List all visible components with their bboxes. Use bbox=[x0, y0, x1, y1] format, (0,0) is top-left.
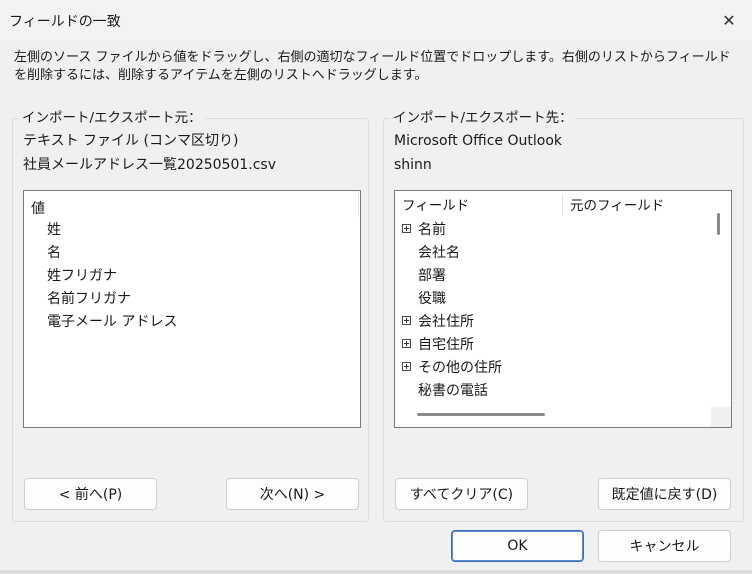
next-button[interactable]: 次へ(N) > bbox=[226, 478, 359, 510]
ok-button[interactable]: OK bbox=[451, 530, 584, 562]
destination-legend: インポート/エクスポート先： bbox=[390, 109, 576, 127]
destination-profile-label: shinn bbox=[394, 157, 432, 173]
source-value-item[interactable]: 姓フリガナ bbox=[47, 267, 117, 285]
field-row[interactable]: 名前 bbox=[395, 221, 715, 243]
field-row[interactable]: 秘書の電話 bbox=[395, 382, 715, 404]
source-value-item[interactable]: 姓 bbox=[47, 221, 61, 239]
source-value-item[interactable]: 名 bbox=[47, 244, 61, 262]
source-value-item[interactable]: 電子メール アドレス bbox=[47, 313, 177, 331]
field-name: その他の住所 bbox=[418, 360, 502, 376]
horizontal-scrollbar[interactable] bbox=[417, 413, 545, 416]
close-button[interactable]: ✕ bbox=[706, 0, 752, 40]
field-row[interactable]: その他の住所 bbox=[395, 359, 715, 381]
cancel-button[interactable]: キャンセル bbox=[598, 530, 731, 562]
field-name: 秘書の電話 bbox=[418, 383, 488, 399]
vertical-scrollbar[interactable] bbox=[717, 213, 720, 235]
field-row[interactable]: 役職 bbox=[395, 290, 715, 312]
expand-icon[interactable] bbox=[402, 339, 411, 348]
field-name: 部署 bbox=[418, 268, 446, 284]
prev-button[interactable]: < 前へ(P) bbox=[24, 478, 157, 510]
column-header-source-field[interactable]: 元のフィールド bbox=[570, 198, 664, 214]
restore-default-button[interactable]: 既定値に戻す(D) bbox=[598, 478, 731, 510]
instructions-text: 左側のソース ファイルから値をドラッグし、右側の適切なフィールド位置でドロップし… bbox=[14, 50, 731, 83]
scroll-corner bbox=[711, 407, 731, 427]
field-name: 自宅住所 bbox=[418, 337, 474, 353]
field-name: 名前 bbox=[418, 222, 446, 238]
field-name: 役職 bbox=[418, 291, 446, 307]
column-header-field[interactable]: フィールド bbox=[402, 198, 469, 214]
list-divider bbox=[358, 191, 359, 217]
dialog-title: フィールドの一致 bbox=[9, 14, 121, 30]
expand-icon[interactable] bbox=[402, 362, 411, 371]
field-name: 会社住所 bbox=[418, 314, 474, 330]
field-row[interactable]: 自宅住所 bbox=[395, 336, 715, 358]
window-bottom-edge bbox=[0, 570, 752, 574]
values-header: 値 bbox=[31, 201, 45, 217]
source-values-list[interactable]: 値 姓名姓フリガナ名前フリガナ電子メール アドレス bbox=[23, 190, 361, 428]
field-row[interactable]: 部署 bbox=[395, 267, 715, 289]
expand-icon[interactable] bbox=[402, 224, 411, 233]
title-bar: フィールドの一致 ✕ bbox=[0, 0, 752, 40]
clear-all-button[interactable]: すべてクリア(C) bbox=[395, 478, 528, 510]
field-name: 会社名 bbox=[418, 245, 460, 261]
source-file-label: 社員メールアドレス一覧20250501.csv bbox=[23, 157, 276, 173]
column-separator bbox=[562, 194, 563, 216]
expand-icon[interactable] bbox=[402, 316, 411, 325]
field-row[interactable]: 会社住所 bbox=[395, 313, 715, 335]
destination-app-label: Microsoft Office Outlook bbox=[394, 133, 562, 149]
source-legend: インポート/エクスポート元： bbox=[19, 109, 205, 127]
source-type-label: テキスト ファイル (コンマ区切り) bbox=[23, 133, 239, 149]
source-value-item[interactable]: 名前フリガナ bbox=[47, 290, 131, 308]
close-icon: ✕ bbox=[722, 10, 736, 30]
destination-fields-list[interactable]: フィールド 元のフィールド 名前会社名部署役職会社住所自宅住所その他の住所 秘書の… bbox=[394, 190, 732, 428]
field-row[interactable]: 会社名 bbox=[395, 244, 715, 266]
